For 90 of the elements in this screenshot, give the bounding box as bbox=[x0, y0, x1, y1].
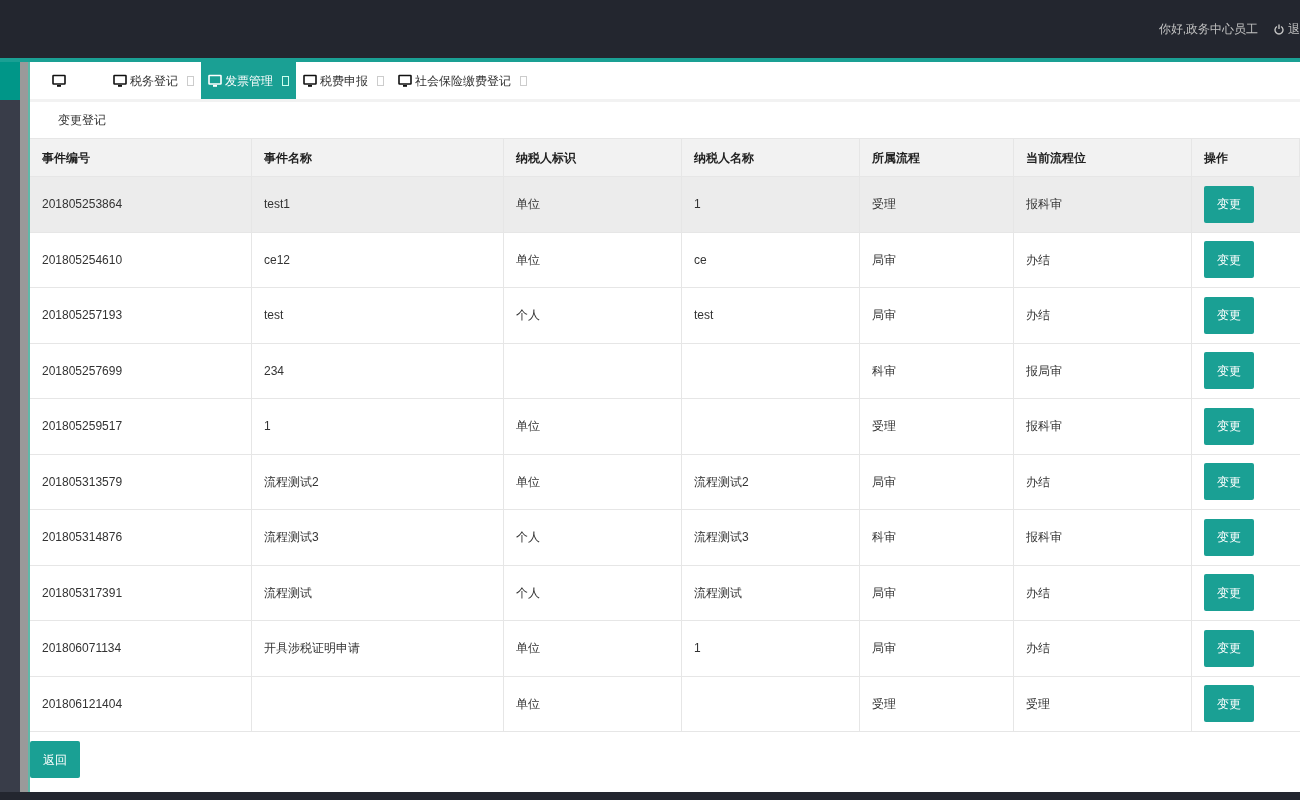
table-cell-text: 个人 bbox=[516, 584, 540, 602]
close-icon[interactable] bbox=[520, 75, 527, 86]
back-button[interactable]: 返回 bbox=[30, 741, 80, 778]
table-cell-text: 报科审 bbox=[1026, 529, 1062, 547]
table-cell-text: 1 bbox=[694, 196, 701, 214]
table-cell-text: 开具涉税证明申请 bbox=[264, 640, 360, 658]
table-cell-text: 201805259517 bbox=[42, 418, 123, 436]
column-header: 所属流程 bbox=[860, 139, 1014, 176]
table-cell-text: 办结 bbox=[1026, 307, 1050, 325]
change-button[interactable]: 变更 bbox=[1204, 629, 1254, 667]
table-cell-text: 单位 bbox=[516, 640, 540, 658]
table-cell-text: 201805317391 bbox=[42, 584, 123, 602]
close-icon[interactable] bbox=[377, 75, 384, 86]
column-header: 当前流程位 bbox=[1014, 139, 1192, 176]
change-button[interactable]: 变更 bbox=[1204, 685, 1254, 723]
change-button[interactable]: 变更 bbox=[1204, 407, 1254, 445]
table-cell-text: 科审 bbox=[872, 529, 896, 547]
table-cell-text: 报局审 bbox=[1026, 362, 1062, 380]
table-cell-text: 201806121404 bbox=[42, 695, 123, 713]
tab[interactable]: 社会保险缴费登记 bbox=[391, 62, 534, 99]
table-cell-text: test bbox=[694, 307, 714, 325]
change-button[interactable]: 变更 bbox=[1204, 518, 1254, 556]
table-cell-text: 流程测试2 bbox=[694, 473, 749, 491]
monitor-icon bbox=[208, 73, 222, 88]
table-cell-text: 办结 bbox=[1026, 584, 1050, 602]
table-cell-text: 个人 bbox=[516, 307, 540, 325]
tab[interactable]: 税费申报 bbox=[296, 62, 391, 99]
change-button[interactable]: 变更 bbox=[1204, 352, 1254, 390]
table-cell-text: 办结 bbox=[1026, 251, 1050, 269]
table-cell-text: 受理 bbox=[872, 695, 896, 713]
table-cell-text: 201805253864 bbox=[42, 196, 123, 214]
table-cell-text: 流程测试 bbox=[694, 584, 742, 602]
column-header: 纳税人名称 bbox=[682, 139, 860, 176]
table-cell-text: 局审 bbox=[872, 584, 896, 602]
table-cell-text: 201805313579 bbox=[42, 473, 123, 491]
table-cell-text: 234 bbox=[264, 362, 285, 380]
power-icon bbox=[1274, 23, 1284, 35]
change-button[interactable]: 变更 bbox=[1204, 463, 1254, 501]
table-cell-text: 局审 bbox=[872, 251, 896, 269]
column-header: 操作 bbox=[1192, 139, 1300, 176]
monitor-icon bbox=[113, 73, 127, 88]
table-cell-text: 单位 bbox=[516, 196, 540, 214]
sidebar-active-block bbox=[0, 62, 20, 100]
monitor-icon bbox=[303, 73, 317, 88]
table-cell-text: 201805257699 bbox=[42, 362, 123, 380]
table-cell-text: 单位 bbox=[516, 251, 540, 269]
monitor-icon bbox=[52, 73, 66, 88]
table-cell-text: 局审 bbox=[872, 307, 896, 325]
column-header: 事件名称 bbox=[252, 139, 504, 176]
monitor-icon bbox=[398, 73, 412, 88]
table-cell-text: 流程测试3 bbox=[264, 529, 319, 547]
greeting-text: 你好,政务中心员工 bbox=[1158, 21, 1258, 38]
close-icon[interactable] bbox=[187, 75, 194, 86]
change-button[interactable]: 变更 bbox=[1204, 241, 1254, 279]
table-cell-text: 受理 bbox=[872, 418, 896, 436]
table-cell-text: 流程测试3 bbox=[694, 529, 749, 547]
column-header: 纳税人标识 bbox=[504, 139, 682, 176]
table-cell-text: 单位 bbox=[516, 418, 540, 436]
table-cell-text: 1 bbox=[264, 418, 271, 436]
change-button[interactable]: 变更 bbox=[1204, 574, 1254, 612]
tab[interactable]: 税务登记 bbox=[106, 62, 201, 99]
table-cell-text: ce12 bbox=[264, 251, 291, 269]
table-cell-text: ce bbox=[694, 251, 707, 269]
table-cell-text: 办结 bbox=[1026, 473, 1050, 491]
table-cell-text: 局审 bbox=[872, 640, 896, 658]
table-cell-text: 单位 bbox=[516, 695, 540, 713]
table-cell-text: 201805257193 bbox=[42, 307, 123, 325]
table-cell-text: 201805254610 bbox=[42, 251, 123, 269]
tab[interactable]: 发票管理 bbox=[201, 62, 296, 99]
table-cell-text: 科审 bbox=[872, 362, 896, 380]
table-cell-text: 受理 bbox=[1026, 695, 1050, 713]
column-header: 事件编号 bbox=[30, 139, 252, 176]
change-button[interactable]: 变更 bbox=[1204, 296, 1254, 334]
section-title: 变更登记 bbox=[58, 112, 106, 129]
logout-button[interactable]: 退 bbox=[1274, 20, 1300, 38]
table-cell-text: 1 bbox=[694, 640, 701, 658]
table-cell-text: 单位 bbox=[516, 473, 540, 491]
table-cell-text: 个人 bbox=[516, 529, 540, 547]
table-cell-text: 流程测试 bbox=[264, 584, 312, 602]
change-button[interactable]: 变更 bbox=[1204, 185, 1254, 223]
table-cell-text: 流程测试2 bbox=[264, 473, 319, 491]
table-cell-text: 报科审 bbox=[1026, 196, 1062, 214]
table-cell-text: 办结 bbox=[1026, 640, 1050, 658]
table-cell-text: 报科审 bbox=[1026, 418, 1062, 436]
table-cell-text: 受理 bbox=[872, 196, 896, 214]
table-cell-text: 201805314876 bbox=[42, 529, 123, 547]
table-cell-text: test1 bbox=[264, 196, 290, 214]
table-cell-text: test bbox=[264, 307, 284, 325]
table-cell-text: 局审 bbox=[872, 473, 896, 491]
table-cell-text: 201806071134 bbox=[42, 640, 122, 658]
